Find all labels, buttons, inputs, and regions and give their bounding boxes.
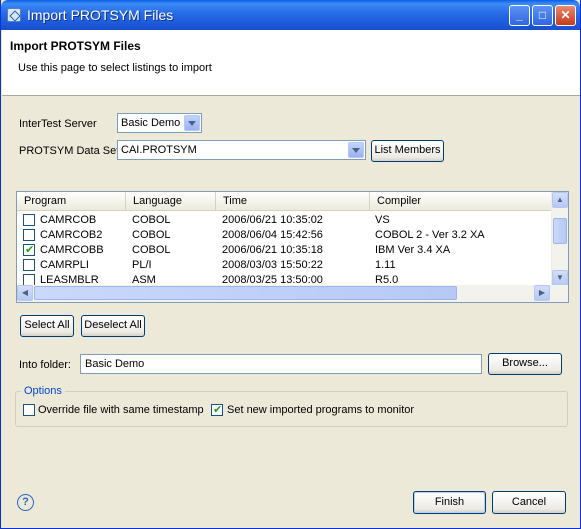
cell-language: COBOL xyxy=(132,244,171,256)
scroll-down-icon[interactable]: ▼ xyxy=(552,270,568,286)
wizard-banner: Import PROTSYM Files Use this page to se… xyxy=(2,30,580,96)
cell-time: 2006/06/21 10:35:02 xyxy=(222,214,323,226)
cell-time: 2006/06/21 10:35:18 xyxy=(222,244,323,256)
table-row[interactable]: CAMRPLI PL/I 2008/03/03 15:50:22 1.11 xyxy=(17,258,552,272)
cell-time: 2008/03/03 15:50:22 xyxy=(222,259,323,271)
minimize-button[interactable]: _ xyxy=(509,5,530,26)
row-checkbox[interactable] xyxy=(23,229,35,241)
cell-program: CAMRPLI xyxy=(40,259,89,271)
options-group-title: Options xyxy=(21,385,65,397)
select-all-button[interactable]: Select All xyxy=(20,315,74,337)
table-row[interactable]: CAMRCOB2 COBOL 2008/06/04 15:42:56 COBOL… xyxy=(17,228,552,242)
row-checkbox[interactable] xyxy=(23,259,35,271)
override-label[interactable]: Override file with same timestamp xyxy=(38,404,204,416)
cell-compiler: COBOL 2 - Ver 3.2 XA xyxy=(375,229,485,241)
cell-program: CAMRCOB2 xyxy=(40,229,103,241)
table-row[interactable]: CAMRCOBB COBOL 2006/06/21 10:35:18 IBM V… xyxy=(17,243,552,257)
dataset-select[interactable]: CAI.PROTSYM xyxy=(117,140,366,160)
scroll-right-icon[interactable]: ▶ xyxy=(534,285,550,301)
cell-compiler: IBM Ver 3.4 XA xyxy=(375,244,451,256)
maximize-button[interactable]: □ xyxy=(532,5,553,26)
minimize-icon: _ xyxy=(516,8,523,22)
page-description: Use this page to select listings to impo… xyxy=(18,62,212,74)
cell-language: COBOL xyxy=(132,229,171,241)
horizontal-scroll-thumb[interactable] xyxy=(34,286,457,300)
cell-compiler: VS xyxy=(375,214,390,226)
vertical-scrollbar[interactable]: ▲ ▼ xyxy=(551,192,568,287)
finish-button[interactable]: Finish xyxy=(413,491,486,514)
server-select[interactable]: Basic Demo xyxy=(117,113,202,133)
title-bar[interactable]: Import PROTSYM Files _ □ ✕ xyxy=(1,0,580,30)
column-header-compiler[interactable]: Compiler xyxy=(370,192,552,211)
close-button[interactable]: ✕ xyxy=(555,5,576,26)
vertical-scroll-thumb[interactable] xyxy=(553,218,567,244)
cell-compiler: 1.11 xyxy=(375,259,396,271)
window-title: Import PROTSYM Files xyxy=(27,7,174,23)
chevron-down-icon[interactable] xyxy=(184,115,200,131)
cell-language: COBOL xyxy=(132,214,171,226)
scroll-left-icon[interactable]: ◀ xyxy=(17,285,33,301)
column-header-program[interactable]: Program xyxy=(17,192,126,211)
column-header-language[interactable]: Language xyxy=(126,192,216,211)
chevron-down-icon[interactable] xyxy=(348,142,364,158)
table-header: Program Language Time Compiler xyxy=(17,192,552,211)
row-checkbox[interactable] xyxy=(23,214,35,226)
override-checkbox[interactable] xyxy=(23,404,35,416)
maximize-icon: □ xyxy=(538,8,547,22)
dataset-value: CAI.PROTSYM xyxy=(121,144,197,156)
column-header-time[interactable]: Time xyxy=(216,192,370,211)
cell-program: CAMRCOB xyxy=(40,214,97,226)
horizontal-scrollbar[interactable]: ◀ ▶ xyxy=(17,285,568,302)
close-icon: ✕ xyxy=(560,8,571,22)
table-row[interactable]: CAMRCOB COBOL 2006/06/21 10:35:02 VS xyxy=(17,213,552,227)
members-table: Program Language Time Compiler CAMRCOB C… xyxy=(16,191,569,303)
cell-time: 2008/06/04 15:42:56 xyxy=(222,229,323,241)
scroll-up-icon[interactable]: ▲ xyxy=(552,192,568,208)
browse-button[interactable]: Browse... xyxy=(488,353,562,375)
folder-input[interactable]: Basic Demo xyxy=(80,354,482,374)
server-value: Basic Demo xyxy=(121,117,181,129)
app-icon xyxy=(7,8,21,22)
list-members-button[interactable]: List Members xyxy=(371,140,444,162)
monitor-label[interactable]: Set new imported programs to monitor xyxy=(227,404,414,416)
folder-label: Into folder: xyxy=(19,359,71,371)
server-label: InterTest Server xyxy=(19,118,97,130)
page-title: Import PROTSYM Files xyxy=(10,39,141,53)
monitor-checkbox[interactable] xyxy=(211,403,223,416)
import-dialog: Import PROTSYM Files _ □ ✕ Import PROTSY… xyxy=(0,0,581,529)
help-icon[interactable]: ? xyxy=(17,494,34,511)
dataset-label: PROTSYM Data Set xyxy=(19,145,120,157)
deselect-all-button[interactable]: Deselect All xyxy=(81,315,145,337)
folder-value: Basic Demo xyxy=(85,358,145,370)
row-checkbox[interactable] xyxy=(23,243,35,256)
cell-language: PL/I xyxy=(132,259,152,271)
cell-program: CAMRCOBB xyxy=(40,244,104,256)
cancel-button[interactable]: Cancel xyxy=(492,491,566,514)
